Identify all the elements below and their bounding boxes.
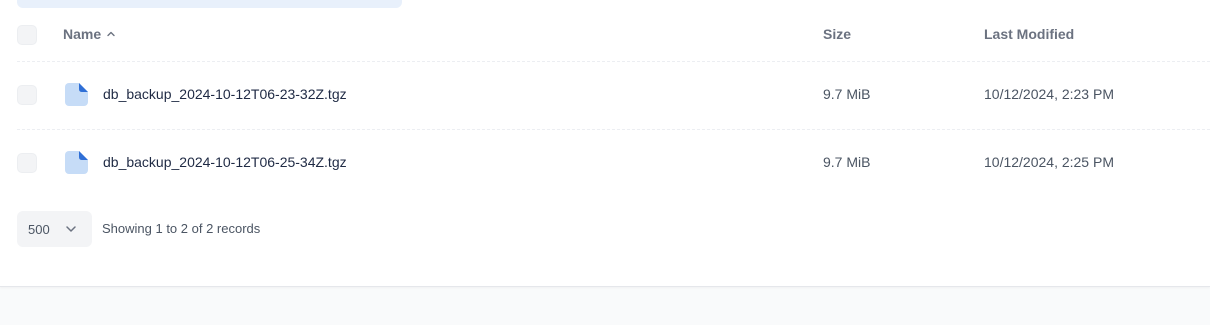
column-header-name[interactable]: Name [63,26,116,42]
per-page-select[interactable]: 500 [17,211,92,247]
top-filter-bar[interactable] [17,0,402,8]
records-summary: Showing 1 to 2 of 2 records [102,221,261,236]
table-row[interactable]: db_backup_2024-10-12T06-23-32Z.tgz 9.7 M… [0,62,1210,128]
row-checkbox[interactable] [17,153,37,173]
chevron-down-icon [66,226,76,232]
column-header-size[interactable]: Size [823,26,851,42]
select-all-checkbox[interactable] [17,25,37,45]
chevron-up-icon [107,31,115,37]
file-last-modified: 10/12/2024, 2:25 PM [984,154,1114,170]
file-name[interactable]: db_backup_2024-10-12T06-23-32Z.tgz [103,86,347,102]
table-header-row: Name Size Last Modified [0,14,1210,56]
column-header-name-label: Name [63,26,102,42]
file-name[interactable]: db_backup_2024-10-12T06-25-34Z.tgz [103,154,347,170]
column-header-last-modified[interactable]: Last Modified [984,26,1074,42]
file-size: 9.7 MiB [823,86,871,102]
file-icon [65,83,88,106]
per-page-value: 500 [28,221,50,237]
file-last-modified: 10/12/2024, 2:23 PM [984,86,1114,102]
file-icon [65,151,88,174]
table-row[interactable]: db_backup_2024-10-12T06-25-34Z.tgz 9.7 M… [0,130,1210,196]
pagination-bar: 500 Showing 1 to 2 of 2 records [0,211,1210,247]
row-checkbox[interactable] [17,85,37,105]
file-size: 9.7 MiB [823,154,871,170]
file-table-panel: Name Size Last Modified db_backup_2024-1… [0,0,1210,287]
